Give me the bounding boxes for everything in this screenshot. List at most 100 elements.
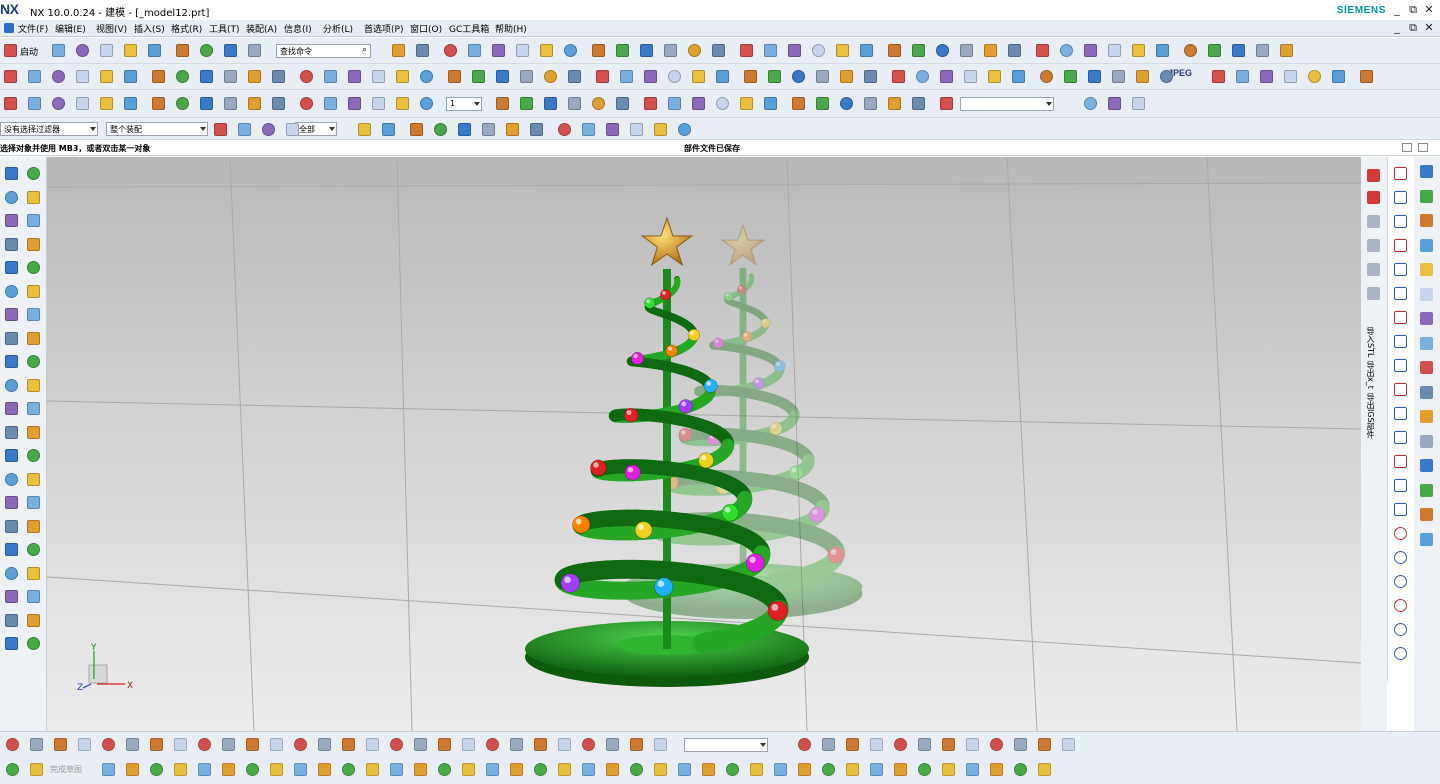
modeling-tool-icon[interactable]	[25, 165, 42, 182]
view-tool-icon[interactable]	[172, 736, 189, 753]
start-button[interactable]: 启动	[20, 45, 38, 58]
selection-filter-select[interactable]: 没有选择过滤器	[0, 122, 98, 136]
select-tool-icon[interactable]	[356, 121, 373, 138]
view-tool-icon[interactable]	[364, 736, 381, 753]
feature-tool-icon[interactable]	[270, 95, 287, 112]
resource-tab-icon[interactable]	[1418, 261, 1435, 278]
curve-tool-icon[interactable]	[150, 68, 167, 85]
snap-point-icon[interactable]	[1392, 405, 1409, 422]
modeling-tool-icon[interactable]	[25, 236, 42, 253]
modeling-tool-icon[interactable]	[3, 236, 20, 253]
standard-tool-icon[interactable]	[246, 42, 263, 59]
curve-tool-icon[interactable]	[1358, 68, 1375, 85]
curve-tool-icon[interactable]	[838, 68, 855, 85]
curve-tool-icon[interactable]	[518, 68, 535, 85]
view-tool-icon[interactable]	[220, 736, 237, 753]
modeling-tool-icon[interactable]	[25, 635, 42, 652]
sketch-tool-icon[interactable]	[796, 761, 813, 778]
panel-float-icon[interactable]	[1402, 143, 1412, 152]
standard-tool-icon[interactable]	[198, 42, 215, 59]
curve-tool-icon[interactable]	[890, 68, 907, 85]
feature-tool-icon[interactable]	[1082, 95, 1099, 112]
select-tool-icon[interactable]	[236, 121, 253, 138]
modeling-tool-icon[interactable]	[3, 494, 20, 511]
standard-tool-icon[interactable]	[1130, 42, 1147, 59]
panel-nav-icon[interactable]	[1365, 285, 1382, 302]
modeling-tool-icon[interactable]	[3, 400, 20, 417]
curve-tool-icon[interactable]	[938, 68, 955, 85]
feature-tool-icon[interactable]	[298, 95, 315, 112]
standard-tool-icon[interactable]	[1206, 42, 1223, 59]
feature-tool-icon[interactable]	[910, 95, 927, 112]
curve-tool-icon[interactable]	[766, 68, 783, 85]
panel-nav-icon[interactable]	[1365, 189, 1382, 206]
sketch-tool-icon[interactable]	[388, 761, 405, 778]
curve-tool-icon[interactable]	[494, 68, 511, 85]
snap-point-icon[interactable]	[1392, 357, 1409, 374]
panel-nav-icon[interactable]	[1365, 261, 1382, 278]
sketch-tool-icon[interactable]	[772, 761, 789, 778]
modeling-tool-icon[interactable]	[25, 612, 42, 629]
sketch-tool-icon[interactable]	[748, 761, 765, 778]
feature-tool-icon[interactable]	[738, 95, 755, 112]
standard-tool-icon[interactable]	[1106, 42, 1123, 59]
standard-tool-icon[interactable]	[958, 42, 975, 59]
modeling-tool-icon[interactable]	[25, 518, 42, 535]
panel-dock-icon[interactable]	[1418, 143, 1428, 152]
restore-button[interactable]: ⧉	[1406, 3, 1420, 17]
curve-tool-icon[interactable]	[790, 68, 807, 85]
curve-tool-icon[interactable]	[1210, 68, 1227, 85]
modeling-tool-icon[interactable]	[25, 377, 42, 394]
snap-point-icon[interactable]	[1392, 261, 1409, 278]
curve-tool-icon[interactable]	[50, 68, 67, 85]
standard-tool-icon[interactable]	[122, 42, 139, 59]
standard-tool-icon[interactable]	[934, 42, 951, 59]
standard-tool-icon[interactable]	[638, 42, 655, 59]
modeling-tool-icon[interactable]	[3, 518, 20, 535]
standard-tool-icon[interactable]	[910, 42, 927, 59]
view-tool-icon[interactable]	[868, 736, 885, 753]
menu-item[interactable]: 帮助(H)	[495, 22, 527, 35]
curve-tool-icon[interactable]	[394, 68, 411, 85]
sketch-tool-icon[interactable]	[892, 761, 909, 778]
feature-tool-icon[interactable]	[886, 95, 903, 112]
resource-tab-icon[interactable]	[1418, 359, 1435, 376]
standard-tool-icon[interactable]	[414, 42, 431, 59]
view-tool-icon[interactable]	[28, 736, 45, 753]
select-tool-icon[interactable]	[580, 121, 597, 138]
standard-tool-icon[interactable]	[2, 42, 19, 59]
view-tool-icon[interactable]	[76, 736, 93, 753]
modeling-tool-icon[interactable]	[3, 447, 20, 464]
curve-tool-icon[interactable]	[862, 68, 879, 85]
curve-tool-icon[interactable]	[26, 68, 43, 85]
standard-tool-icon[interactable]	[74, 42, 91, 59]
select-tool-icon[interactable]	[604, 121, 621, 138]
view-tool-icon[interactable]	[340, 736, 357, 753]
resource-tab-icon[interactable]	[1418, 212, 1435, 229]
menu-item[interactable]: 信息(I)	[284, 22, 312, 35]
sketch-tool-icon[interactable]	[844, 761, 861, 778]
sketch-tool-icon[interactable]	[148, 761, 165, 778]
modeling-tool-icon[interactable]	[3, 283, 20, 300]
view-tool-icon[interactable]	[988, 736, 1005, 753]
sketch-tool-icon[interactable]	[4, 761, 21, 778]
panel-nav-icon[interactable]	[1365, 237, 1382, 254]
curve-tool-icon[interactable]	[1110, 68, 1127, 85]
curve-tool-icon[interactable]	[1330, 68, 1347, 85]
standard-tool-icon[interactable]	[50, 42, 67, 59]
select-tool-icon[interactable]	[652, 121, 669, 138]
feature-tool-icon[interactable]	[418, 95, 435, 112]
modeling-tool-icon[interactable]	[3, 541, 20, 558]
snap-point-icon[interactable]	[1392, 453, 1409, 470]
select-tool-icon[interactable]	[676, 121, 693, 138]
modeling-tool-icon[interactable]	[3, 165, 20, 182]
curve-tool-icon[interactable]	[666, 68, 683, 85]
menu-item[interactable]: 分析(L)	[323, 22, 353, 35]
christmas-tree-model[interactable]	[525, 216, 809, 687]
modeling-tool-icon[interactable]	[3, 424, 20, 441]
feature-tool-icon[interactable]	[938, 95, 955, 112]
curve-tool-icon[interactable]	[1234, 68, 1251, 85]
side-panel-label[interactable]: 导出x_t	[1365, 361, 1376, 389]
resource-tab-icon[interactable]	[1418, 457, 1435, 474]
standard-tool-icon[interactable]	[614, 42, 631, 59]
